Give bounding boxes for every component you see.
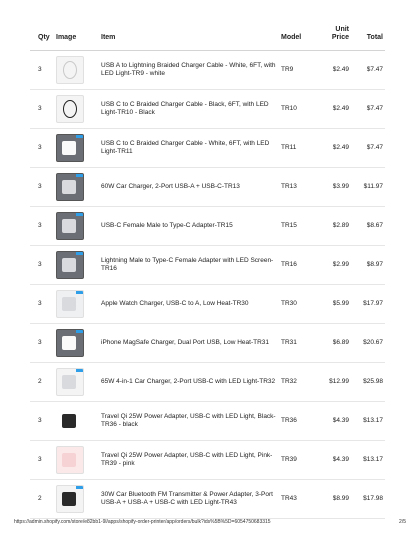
row-qty: 3 bbox=[30, 323, 54, 363]
white-cable-product-icon bbox=[56, 56, 84, 84]
row-unit-price: $2.49 bbox=[315, 50, 351, 90]
row-model: TR39 bbox=[279, 440, 315, 480]
table-row: 3 USB C to C Braided Charger Cable - Bla… bbox=[30, 89, 385, 129]
table-row: 3 USB-C Female Male to Type-C Adapter-TR… bbox=[30, 206, 385, 246]
row-item: Lightning Male to Type-C Female Adapter … bbox=[99, 245, 279, 285]
table-row: 3 60W Car Charger, 2-Port USB-A + USB-C-… bbox=[30, 167, 385, 207]
row-model: TR36 bbox=[279, 401, 315, 441]
row-item: Travel Qi 25W Power Adapter, USB-C with … bbox=[99, 401, 279, 441]
table-header-row: Qty Image Item Model Unit Price Total bbox=[30, 10, 385, 51]
row-unit-price: $2.89 bbox=[315, 206, 351, 246]
row-unit-price: $8.99 bbox=[315, 479, 351, 519]
table-row: 2 65W 4-in-1 Car Charger, 2-Port USB-C w… bbox=[30, 362, 385, 402]
order-items-table: Qty Image Item Model Unit Price Total 3 … bbox=[30, 10, 385, 519]
row-total: $17.98 bbox=[351, 479, 385, 519]
row-total: $7.47 bbox=[351, 50, 385, 90]
row-unit-price: $12.99 bbox=[315, 362, 351, 402]
row-qty: 2 bbox=[30, 362, 54, 402]
row-qty: 2 bbox=[30, 479, 54, 519]
table-row: 3 USB C to C Braided Charger Cable - Whi… bbox=[30, 128, 385, 168]
row-unit-price: $3.99 bbox=[315, 167, 351, 207]
row-unit-price: $2.49 bbox=[315, 89, 351, 129]
header-qty: Qty bbox=[30, 10, 54, 51]
footer-url: https://admin.shopify.com/store/e82bb1-9… bbox=[14, 519, 271, 525]
row-item: iPhone MagSafe Charger, Dual Port USB, L… bbox=[99, 323, 279, 363]
header-model: Model bbox=[279, 10, 315, 51]
table-row: 2 30W Car Bluetooth FM Transmitter & Pow… bbox=[30, 479, 385, 519]
row-qty: 3 bbox=[30, 128, 54, 168]
row-model: TR31 bbox=[279, 323, 315, 363]
row-model: TR32 bbox=[279, 362, 315, 402]
row-unit-price: $4.39 bbox=[315, 440, 351, 480]
row-qty: 3 bbox=[30, 440, 54, 480]
order-items-sheet: Qty Image Item Model Unit Price Total 3 … bbox=[30, 10, 385, 519]
row-qty: 3 bbox=[30, 401, 54, 441]
row-item: Travel Qi 25W Power Adapter, USB-C with … bbox=[99, 440, 279, 480]
row-unit-price: $2.99 bbox=[315, 245, 351, 285]
table-row: 3 USB A to Lightning Braided Charger Cab… bbox=[30, 50, 385, 90]
car-charger-product-icon bbox=[56, 173, 84, 201]
row-total: $13.17 bbox=[351, 440, 385, 480]
row-unit-price: $2.49 bbox=[315, 128, 351, 168]
row-total: $7.47 bbox=[351, 128, 385, 168]
header-total: Total bbox=[351, 10, 385, 51]
row-qty: 3 bbox=[30, 284, 54, 324]
black-cable-product-icon bbox=[56, 95, 84, 123]
watch-charger-product-icon bbox=[56, 290, 84, 318]
pink-power-adapter-product-icon bbox=[56, 446, 84, 474]
row-unit-price: $5.99 bbox=[315, 284, 351, 324]
row-model: TR9 bbox=[279, 50, 315, 90]
white-cable-box-product-icon bbox=[56, 134, 84, 162]
header-item: Item bbox=[99, 10, 279, 51]
row-total: $7.47 bbox=[351, 89, 385, 129]
row-qty: 3 bbox=[30, 245, 54, 285]
row-item: USB-C Female Male to Type-C Adapter-TR15 bbox=[99, 206, 279, 246]
page-number: 2/5 bbox=[399, 519, 406, 525]
row-item: USB C to C Braided Charger Cable - White… bbox=[99, 128, 279, 168]
row-item: 65W 4-in-1 Car Charger, 2-Port USB-C wit… bbox=[99, 362, 279, 402]
table-row: 3 Apple Watch Charger, USB-C to A, Low H… bbox=[30, 284, 385, 324]
row-total: $11.97 bbox=[351, 167, 385, 207]
row-model: TR15 bbox=[279, 206, 315, 246]
table-row: 3 iPhone MagSafe Charger, Dual Port USB,… bbox=[30, 323, 385, 363]
black-power-adapter-product-icon bbox=[56, 407, 84, 435]
row-model: TR13 bbox=[279, 167, 315, 207]
row-total: $20.67 bbox=[351, 323, 385, 363]
row-qty: 3 bbox=[30, 89, 54, 129]
row-item: Apple Watch Charger, USB-C to A, Low Hea… bbox=[99, 284, 279, 324]
table-row: 3 Travel Qi 25W Power Adapter, USB-C wit… bbox=[30, 401, 385, 441]
row-item: 60W Car Charger, 2-Port USB-A + USB-C-TR… bbox=[99, 167, 279, 207]
row-qty: 3 bbox=[30, 206, 54, 246]
row-item: USB C to C Braided Charger Cable - Black… bbox=[99, 89, 279, 129]
header-image: Image bbox=[54, 10, 99, 51]
row-qty: 3 bbox=[30, 167, 54, 207]
row-total: $17.97 bbox=[351, 284, 385, 324]
row-total: $8.67 bbox=[351, 206, 385, 246]
fm-transmitter-product-icon bbox=[56, 485, 84, 513]
car-charger-4in1-product-icon bbox=[56, 368, 84, 396]
row-model: TR43 bbox=[279, 479, 315, 519]
table-row: 3 Lightning Male to Type-C Female Adapte… bbox=[30, 245, 385, 285]
row-qty: 3 bbox=[30, 50, 54, 90]
row-model: TR10 bbox=[279, 89, 315, 129]
row-model: TR11 bbox=[279, 128, 315, 168]
row-item: 30W Car Bluetooth FM Transmitter & Power… bbox=[99, 479, 279, 519]
led-adapter-product-icon bbox=[56, 251, 84, 279]
magsafe-charger-product-icon bbox=[56, 329, 84, 357]
row-item: USB A to Lightning Braided Charger Cable… bbox=[99, 50, 279, 90]
table-row: 3 Travel Qi 25W Power Adapter, USB-C wit… bbox=[30, 440, 385, 480]
row-unit-price: $6.89 bbox=[315, 323, 351, 363]
row-model: TR16 bbox=[279, 245, 315, 285]
adapter-product-icon bbox=[56, 212, 84, 240]
row-total: $13.17 bbox=[351, 401, 385, 441]
row-model: TR30 bbox=[279, 284, 315, 324]
header-unit-price: Unit Price bbox=[315, 10, 351, 51]
row-unit-price: $4.39 bbox=[315, 401, 351, 441]
row-total: $8.97 bbox=[351, 245, 385, 285]
row-total: $25.98 bbox=[351, 362, 385, 402]
